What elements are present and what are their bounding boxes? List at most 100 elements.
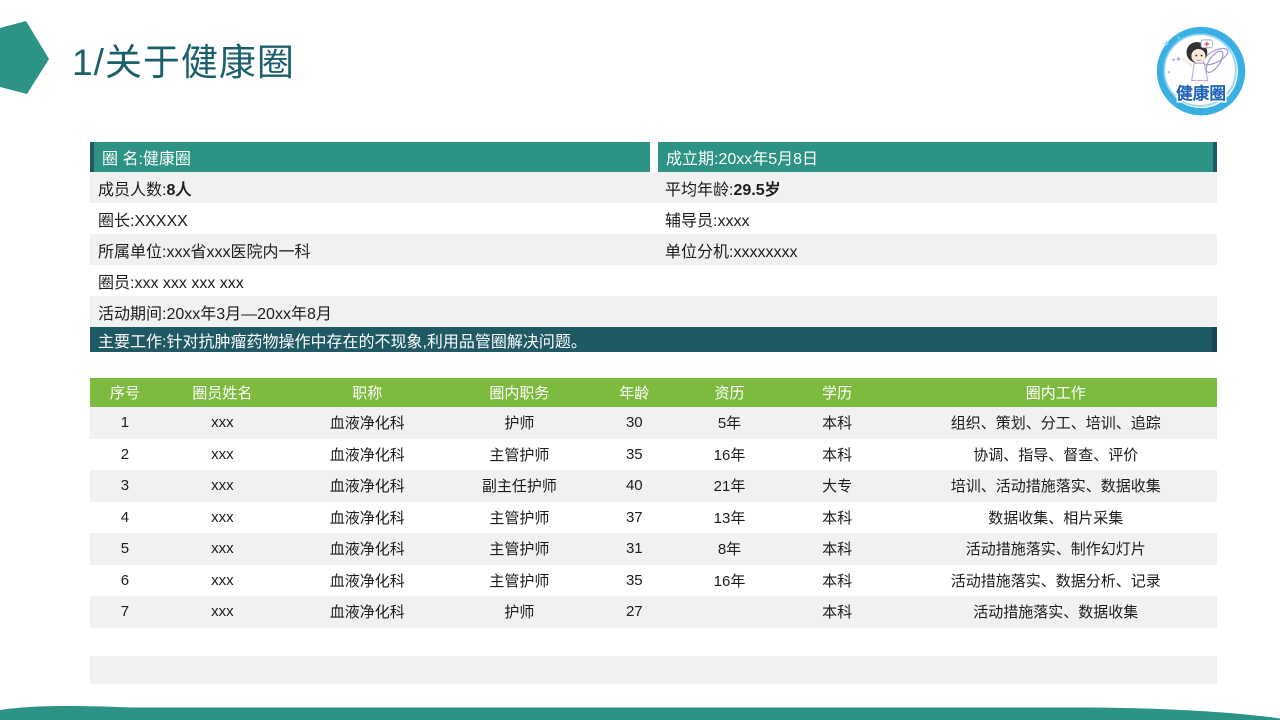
cell: 血液净化科 xyxy=(285,470,450,502)
nurse-fairy-icon: ✦ xyxy=(1175,40,1230,88)
info-label: 所属单位:xxx省xxx医院内一科 xyxy=(98,244,310,261)
table-row: 1 xxx 血液净化科 护师 30 5年 本科 组织、策划、分工、培训、追踪 xyxy=(90,407,1217,439)
cell: 21年 xyxy=(679,470,779,502)
cell: 协调、指导、督查、评价 xyxy=(895,439,1217,471)
cell: 40 xyxy=(589,470,679,502)
cell: 血液净化科 xyxy=(285,502,450,534)
cell: 27 xyxy=(589,596,679,628)
footer-wave xyxy=(0,700,1280,720)
table-row: 6 xxx 血液净化科 主管护师 35 16年 本科 活动措施落实、数据分析、记… xyxy=(90,565,1217,597)
cell: 大专 xyxy=(780,470,895,502)
slide: 1/关于健康圈 ✦ ✦ ✦ ✦ ✦ 健康圈 圈 名:健康 xyxy=(0,0,1280,720)
cell: 血液净化科 xyxy=(285,439,450,471)
cell: 35 xyxy=(589,565,679,597)
cell: xxx xyxy=(160,533,285,565)
cell: 6 xyxy=(90,565,160,597)
cell: 3 xyxy=(90,470,160,502)
info-row-members-list: 圈员:xxx xxx xxx xxx xyxy=(90,265,1217,296)
cell: 1 xyxy=(90,407,160,439)
cell: xxx xyxy=(160,596,285,628)
column-header: 圈内职务 xyxy=(449,378,589,407)
cell: 血液净化科 xyxy=(285,533,450,565)
table-row: 5 xxx 血液净化科 主管护师 31 8年 本科 活动措施落实、制作幻灯片 xyxy=(90,533,1217,565)
column-header: 职称 xyxy=(285,378,450,407)
cell: 本科 xyxy=(780,533,895,565)
info-label: 单位分机:xxxxxxxx xyxy=(665,244,797,261)
cell: 37 xyxy=(589,502,679,534)
cell xyxy=(679,596,779,628)
cell: 本科 xyxy=(780,565,895,597)
cell: 护师 xyxy=(449,407,589,439)
info-label: 圈长:XXXXX xyxy=(98,213,188,230)
cell: 16年 xyxy=(679,439,779,471)
page-title: 1/关于健康圈 xyxy=(72,32,295,86)
info-label: 辅导员:xxxx xyxy=(665,213,749,230)
cell: 副主任护师 xyxy=(449,470,589,502)
cell: 血液净化科 xyxy=(285,407,450,439)
cell: 2 xyxy=(90,439,160,471)
info-label: 平均年龄: xyxy=(665,182,733,199)
column-header: 年龄 xyxy=(589,378,679,407)
sparkle-icon: ✦ xyxy=(1167,70,1172,76)
circle-info-table: 圈 名:健康圈 成立期:20xx年5月8日 成员人数:8人 平均年龄:29.5岁… xyxy=(90,142,1217,352)
column-header: 圈内工作 xyxy=(895,378,1217,407)
info-value: 29.5岁 xyxy=(733,182,780,199)
cell: xxx xyxy=(160,407,285,439)
cell: 31 xyxy=(589,533,679,565)
members-table-header: 序号 圈员姓名 职称 圈内职务 年龄 资历 学历 圈内工作 xyxy=(90,378,1217,407)
cell: 5 xyxy=(90,533,160,565)
cell: 主管护师 xyxy=(449,502,589,534)
column-header: 序号 xyxy=(90,378,160,407)
svg-text:✦: ✦ xyxy=(1175,54,1182,64)
cell: 活动措施落实、制作幻灯片 xyxy=(895,533,1217,565)
table-row: 2 xxx 血液净化科 主管护师 35 16年 本科 协调、指导、督查、评价 xyxy=(90,439,1217,471)
cell: 血液净化科 xyxy=(285,596,450,628)
cell: 主管护师 xyxy=(449,439,589,471)
info-row: 圈长:XXXXX 辅导员:xxxx xyxy=(90,203,1217,234)
cell: 本科 xyxy=(780,407,895,439)
info-header-right: 成立期:20xx年5月8日 xyxy=(658,142,1217,172)
cell: 13年 xyxy=(679,502,779,534)
health-circle-logo: ✦ ✦ ✦ ✦ ✦ 健康圈 xyxy=(1148,16,1252,120)
cell: xxx xyxy=(160,439,285,471)
cell: 7 xyxy=(90,596,160,628)
cell: 活动措施落实、数据分析、记录 xyxy=(895,565,1217,597)
table-row: 7 xxx 血液净化科 护师 27 本科 活动措施落实、数据收集 xyxy=(90,596,1217,628)
table-row: 3 xxx 血液净化科 副主任护师 40 21年 大专 培训、活动措施落实、数据… xyxy=(90,470,1217,502)
cell: 主管护师 xyxy=(449,565,589,597)
cell: xxx xyxy=(160,502,285,534)
column-header: 圈员姓名 xyxy=(160,378,285,407)
info-row-activity-period: 活动期间:20xx年3月—20xx年8月 xyxy=(90,296,1217,327)
cell: 血液净化科 xyxy=(285,565,450,597)
info-label: 成员人数: xyxy=(98,182,166,199)
info-main-work-row: 主要工作:针对抗肿瘤药物操作中存在的不现象,利用品管圈解决问题。 xyxy=(90,327,1217,352)
sparkle-icon: ✦ xyxy=(1163,39,1171,49)
table-row: 4 xxx 血液净化科 主管护师 37 13年 本科 数据收集、相片采集 xyxy=(90,502,1217,534)
info-value: 8人 xyxy=(166,182,191,199)
cell: 4 xyxy=(90,502,160,534)
cell: 活动措施落实、数据收集 xyxy=(895,596,1217,628)
cell: 护师 xyxy=(449,596,589,628)
info-row: 所属单位:xxx省xxx医院内一科 单位分机:xxxxxxxx xyxy=(90,234,1217,265)
cell: 主管护师 xyxy=(449,533,589,565)
cell: 本科 xyxy=(780,439,895,471)
cell: 组织、策划、分工、培训、追踪 xyxy=(895,407,1217,439)
logo-text: 健康圈 xyxy=(1176,83,1226,103)
cell: 数据收集、相片采集 xyxy=(895,502,1217,534)
column-header: 学历 xyxy=(780,378,895,407)
column-header: 资历 xyxy=(679,378,779,407)
cell: 16年 xyxy=(679,565,779,597)
info-header-row: 圈 名:健康圈 成立期:20xx年5月8日 xyxy=(90,142,1217,172)
cell: 30 xyxy=(589,407,679,439)
cell: 本科 xyxy=(780,502,895,534)
title-ribbon-arrow-icon xyxy=(0,18,52,98)
info-header-left: 圈 名:健康圈 xyxy=(90,142,650,172)
members-table: 序号 圈员姓名 职称 圈内职务 年龄 资历 学历 圈内工作 1 xxx 血液净化… xyxy=(90,378,1217,628)
cell: 8年 xyxy=(679,533,779,565)
cell: xxx xyxy=(160,470,285,502)
cell: 5年 xyxy=(679,407,779,439)
cell: xxx xyxy=(160,565,285,597)
info-row: 成员人数:8人 平均年龄:29.5岁 xyxy=(90,172,1217,203)
cell: 培训、活动措施落实、数据收集 xyxy=(895,470,1217,502)
sparkle-icon: ✦ xyxy=(1176,35,1181,42)
